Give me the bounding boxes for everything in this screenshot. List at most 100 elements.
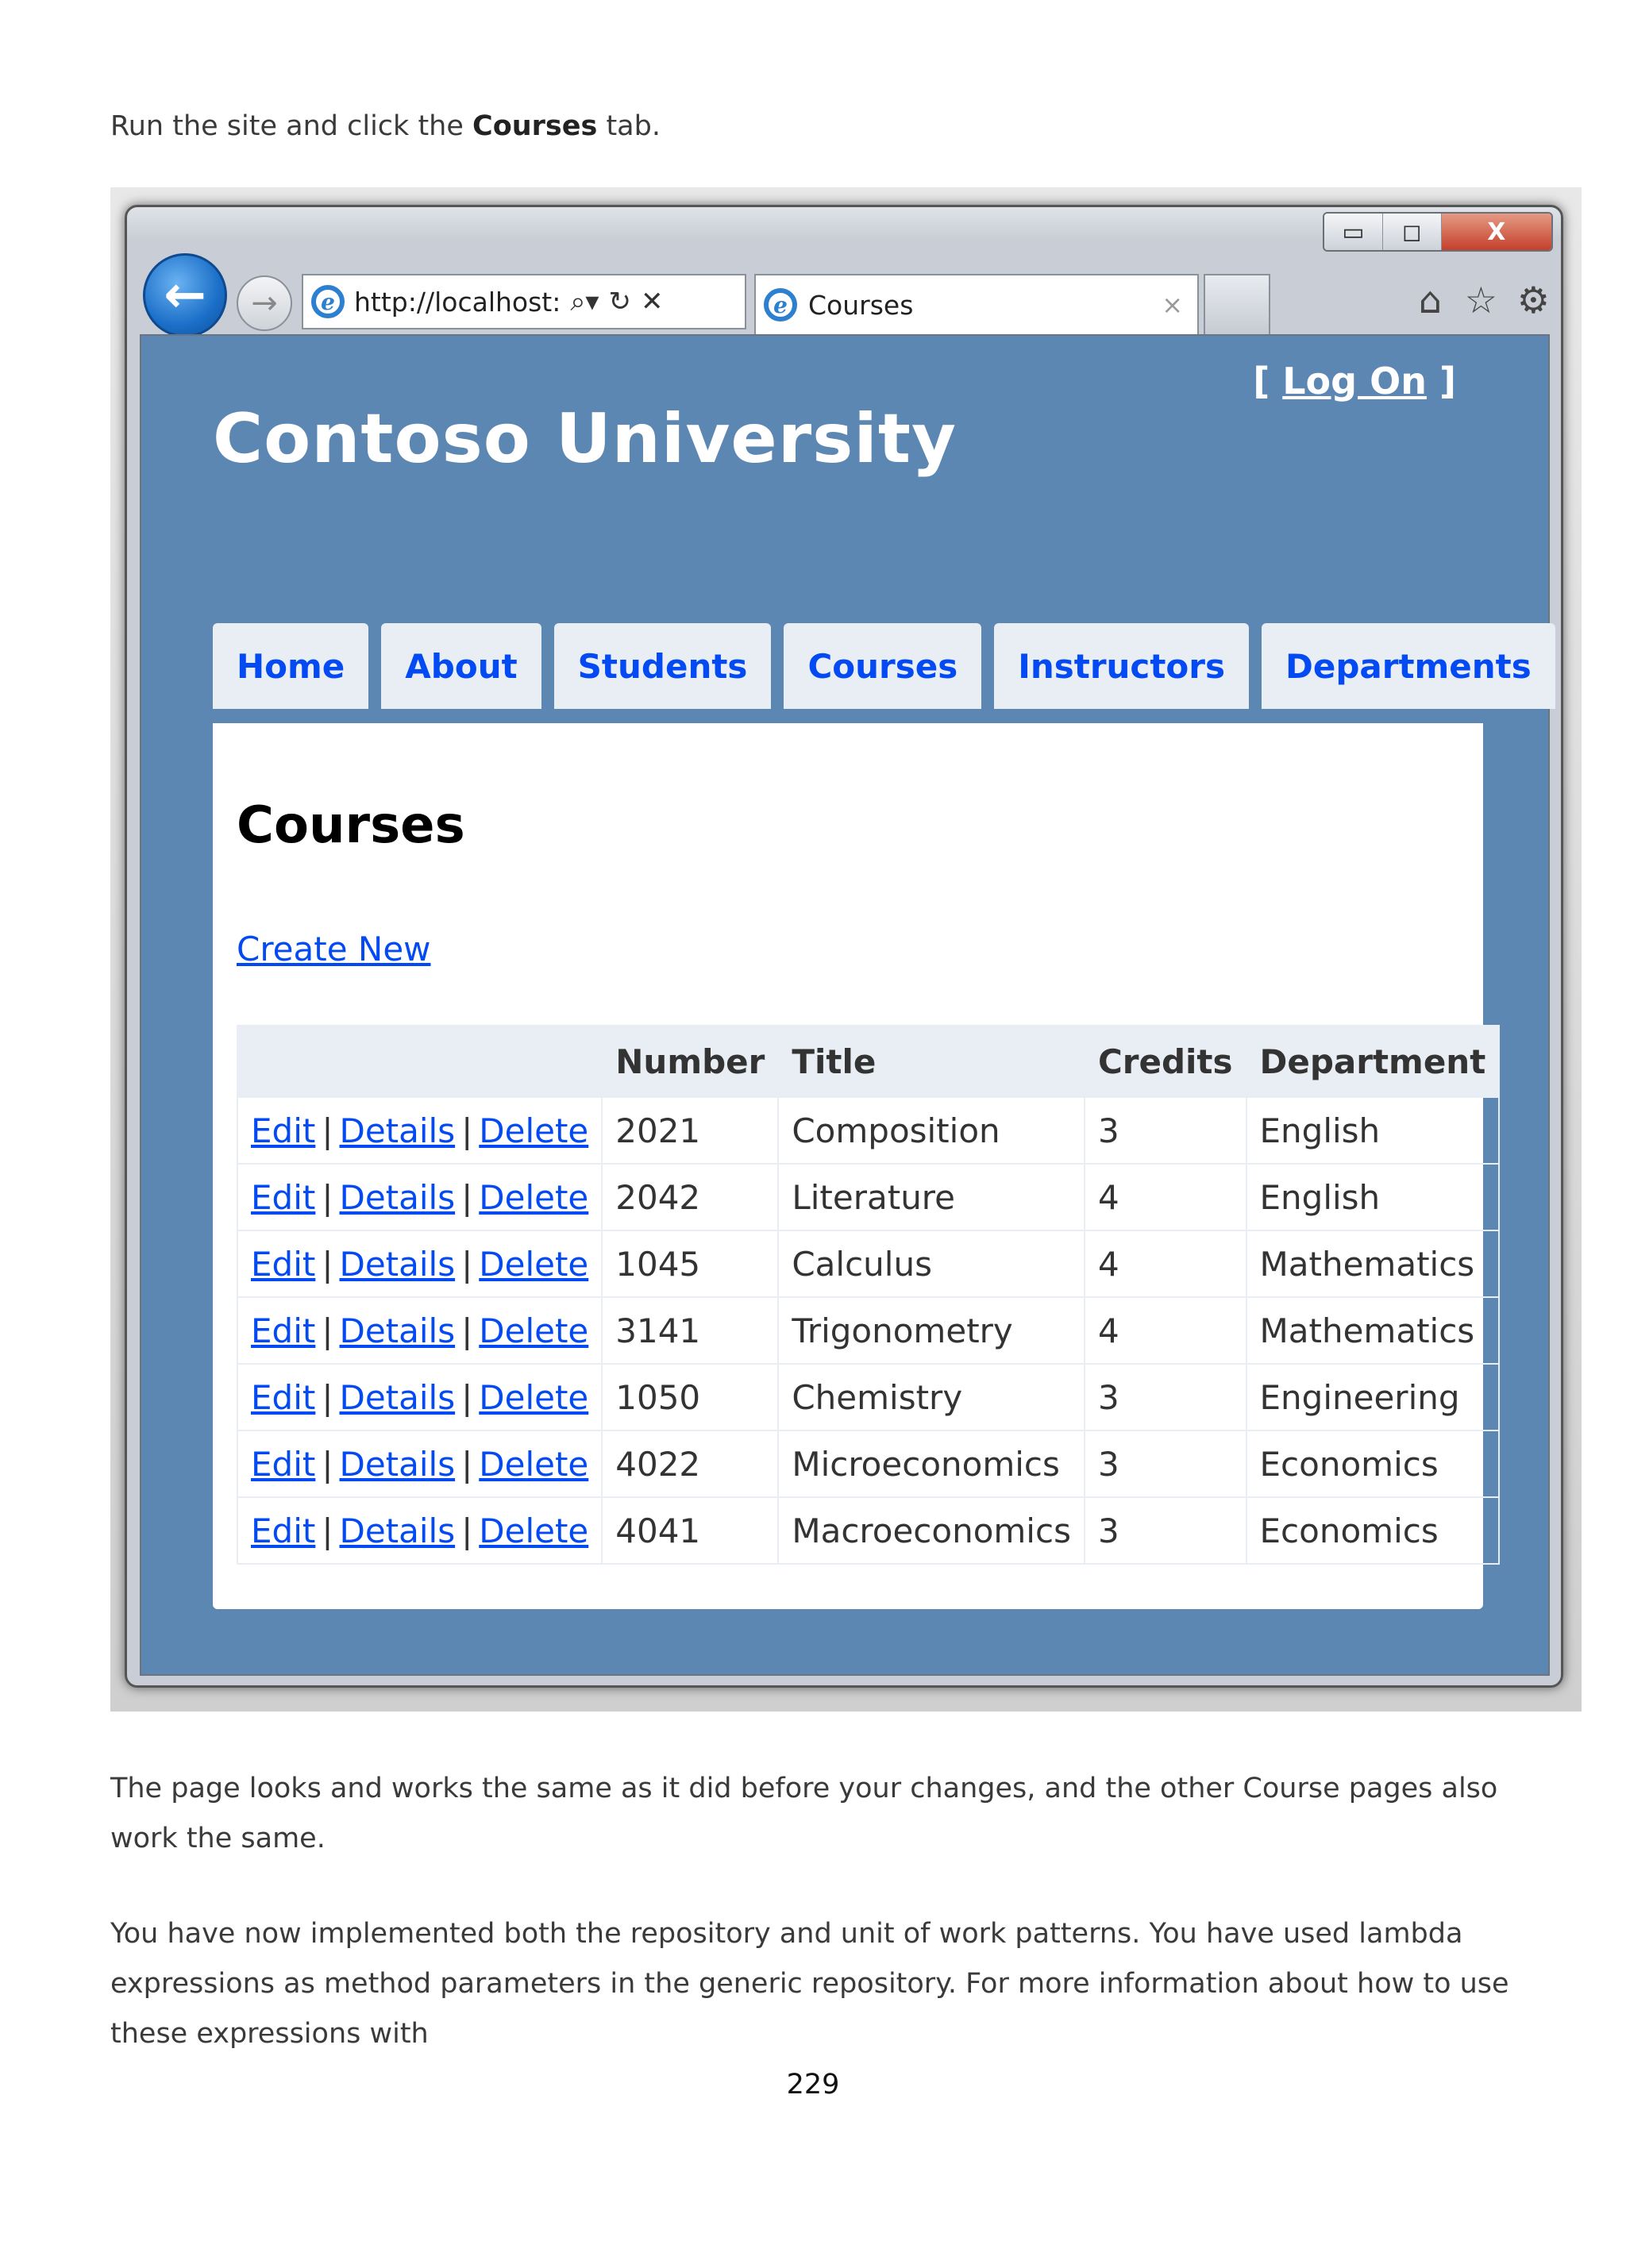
intro-text: Run the site and click the Courses tab. bbox=[110, 102, 661, 152]
login-bracket-open: [ bbox=[1253, 360, 1283, 402]
cell-title: Chemistry bbox=[777, 1363, 1085, 1431]
edit-link[interactable]: Edit bbox=[251, 1511, 315, 1550]
cell-number: 4041 bbox=[601, 1496, 780, 1565]
stop-icon[interactable]: ✕ bbox=[641, 286, 664, 318]
table-row: Edit | Details | Delete 2042 Literature 4 Englis… bbox=[236, 1163, 1501, 1231]
table-row: Edit | Details | Delete 4022 Microeconomics 3 Ec… bbox=[236, 1430, 1501, 1498]
cell-title: Calculus bbox=[777, 1230, 1085, 1298]
cell-credits: 4 bbox=[1083, 1230, 1247, 1298]
details-link[interactable]: Details bbox=[340, 1511, 456, 1550]
delete-link[interactable]: Delete bbox=[479, 1445, 588, 1484]
paragraph-2: You have now implemented both the reposi… bbox=[110, 1918, 1509, 2050]
delete-link[interactable]: Delete bbox=[479, 1311, 588, 1350]
table-row: Edit | Details | Delete 1050 Chemistry 3 Enginee… bbox=[236, 1363, 1501, 1431]
refresh-icon[interactable]: ↻ bbox=[608, 286, 631, 318]
row-actions-cell: Edit | Details | Delete bbox=[236, 1096, 603, 1165]
page-title: Courses bbox=[237, 796, 465, 855]
back-button[interactable]: ← bbox=[143, 253, 227, 337]
cell-title: Literature bbox=[777, 1163, 1085, 1231]
forward-button[interactable]: → bbox=[237, 275, 292, 331]
nav-courses[interactable]: Courses bbox=[784, 623, 982, 709]
main-content: Courses Create New Number Title Credits … bbox=[213, 723, 1501, 1609]
action-separator: | bbox=[322, 1511, 333, 1550]
nav-instructors[interactable]: Instructors bbox=[994, 623, 1249, 709]
column-header-credits: Credits bbox=[1083, 1025, 1247, 1098]
browser-screenshot: ▭ ◻ X ← → e http://localhost: ⌕▾ ↻ ✕ e C… bbox=[110, 187, 1582, 1712]
create-new-link[interactable]: Create New bbox=[237, 930, 431, 968]
edit-link[interactable]: Edit bbox=[251, 1111, 315, 1150]
row-actions-cell: Edit | Details | Delete bbox=[236, 1230, 603, 1298]
details-link[interactable]: Details bbox=[340, 1378, 456, 1417]
minimize-button[interactable]: ▭ bbox=[1324, 214, 1383, 250]
paragraph-1: The page looks and works the same as it … bbox=[110, 1773, 1498, 1854]
star-icon[interactable]: ☆ bbox=[1465, 279, 1497, 322]
row-actions-cell: Edit | Details | Delete bbox=[236, 1363, 603, 1431]
nav-departments[interactable]: Departments bbox=[1261, 623, 1555, 709]
login-bracket-close: ] bbox=[1426, 360, 1456, 402]
site-title: Contoso University bbox=[213, 399, 957, 479]
address-bar[interactable]: e http://localhost: ⌕▾ ↻ ✕ bbox=[302, 274, 746, 329]
row-actions-cell: Edit | Details | Delete bbox=[236, 1163, 603, 1231]
delete-link[interactable]: Delete bbox=[479, 1178, 588, 1217]
cell-credits: 4 bbox=[1083, 1296, 1247, 1365]
delete-link[interactable]: Delete bbox=[479, 1111, 588, 1150]
cell-department: Mathematics bbox=[1245, 1230, 1501, 1298]
forward-arrow-icon: → bbox=[251, 285, 278, 322]
nav-students[interactable]: Students bbox=[553, 623, 772, 709]
action-separator: | bbox=[322, 1244, 333, 1284]
edit-link[interactable]: Edit bbox=[251, 1378, 315, 1417]
details-link[interactable]: Details bbox=[340, 1445, 456, 1484]
edit-link[interactable]: Edit bbox=[251, 1445, 315, 1484]
cell-department: Engineering bbox=[1245, 1363, 1501, 1431]
log-on-link[interactable]: Log On bbox=[1282, 360, 1427, 402]
column-header-number: Number bbox=[601, 1025, 780, 1098]
cell-credits: 3 bbox=[1083, 1096, 1247, 1165]
login-display: [ Log On ] bbox=[1253, 360, 1456, 402]
delete-link[interactable]: Delete bbox=[479, 1378, 588, 1417]
tab-courses[interactable]: e Courses × bbox=[754, 274, 1199, 334]
details-link[interactable]: Details bbox=[340, 1111, 456, 1150]
cell-credits: 3 bbox=[1083, 1363, 1247, 1431]
edit-link[interactable]: Edit bbox=[251, 1178, 315, 1217]
cell-number: 4022 bbox=[601, 1430, 780, 1498]
action-separator: | bbox=[322, 1311, 333, 1350]
table-body: Edit | Details | Delete 2021 Composition 3 Engli… bbox=[236, 1096, 1501, 1565]
table-row: Edit | Details | Delete 2021 Composition 3 Engli… bbox=[236, 1096, 1501, 1165]
column-header-title: Title bbox=[777, 1025, 1085, 1098]
cell-department: Mathematics bbox=[1245, 1296, 1501, 1365]
cell-number: 3141 bbox=[601, 1296, 780, 1365]
new-tab-button[interactable] bbox=[1204, 274, 1270, 334]
page-number: 229 bbox=[786, 2069, 840, 2100]
column-header-actions bbox=[236, 1025, 603, 1098]
intro-bold: Courses bbox=[472, 110, 598, 142]
edit-link[interactable]: Edit bbox=[251, 1311, 315, 1350]
delete-link[interactable]: Delete bbox=[479, 1245, 588, 1284]
cell-department: English bbox=[1245, 1096, 1501, 1165]
home-icon[interactable]: ⌂ bbox=[1419, 279, 1442, 322]
intro-prefix: Run the site and click the bbox=[110, 110, 473, 142]
courses-table: Number Title Credits Department Edit | Det… bbox=[236, 1025, 1501, 1565]
gear-icon[interactable]: ⚙ bbox=[1517, 279, 1550, 322]
cell-department: English bbox=[1245, 1163, 1501, 1231]
action-separator: | bbox=[461, 1444, 473, 1484]
row-actions-cell: Edit | Details | Delete bbox=[236, 1296, 603, 1365]
action-separator: | bbox=[461, 1244, 473, 1284]
action-separator: | bbox=[461, 1177, 473, 1217]
table-row: Edit | Details | Delete 1045 Calculus 4 Mathemat… bbox=[236, 1230, 1501, 1298]
cell-title: Trigonometry bbox=[777, 1296, 1085, 1365]
details-link[interactable]: Details bbox=[340, 1311, 456, 1350]
tab-close-icon[interactable]: × bbox=[1162, 290, 1183, 320]
restore-button[interactable]: ◻ bbox=[1382, 214, 1442, 250]
close-window-button[interactable]: X bbox=[1441, 214, 1551, 250]
edit-link[interactable]: Edit bbox=[251, 1245, 315, 1284]
cell-number: 2042 bbox=[601, 1163, 780, 1231]
delete-link[interactable]: Delete bbox=[479, 1511, 588, 1550]
nav-about[interactable]: About bbox=[381, 623, 541, 709]
search-icon[interactable]: ⌕▾ bbox=[570, 286, 599, 318]
column-header-department: Department bbox=[1245, 1025, 1501, 1098]
details-link[interactable]: Details bbox=[340, 1245, 456, 1284]
tab-title: Courses bbox=[808, 289, 914, 321]
details-link[interactable]: Details bbox=[340, 1178, 456, 1217]
nav-home[interactable]: Home bbox=[213, 623, 369, 709]
row-actions-cell: Edit | Details | Delete bbox=[236, 1430, 603, 1498]
